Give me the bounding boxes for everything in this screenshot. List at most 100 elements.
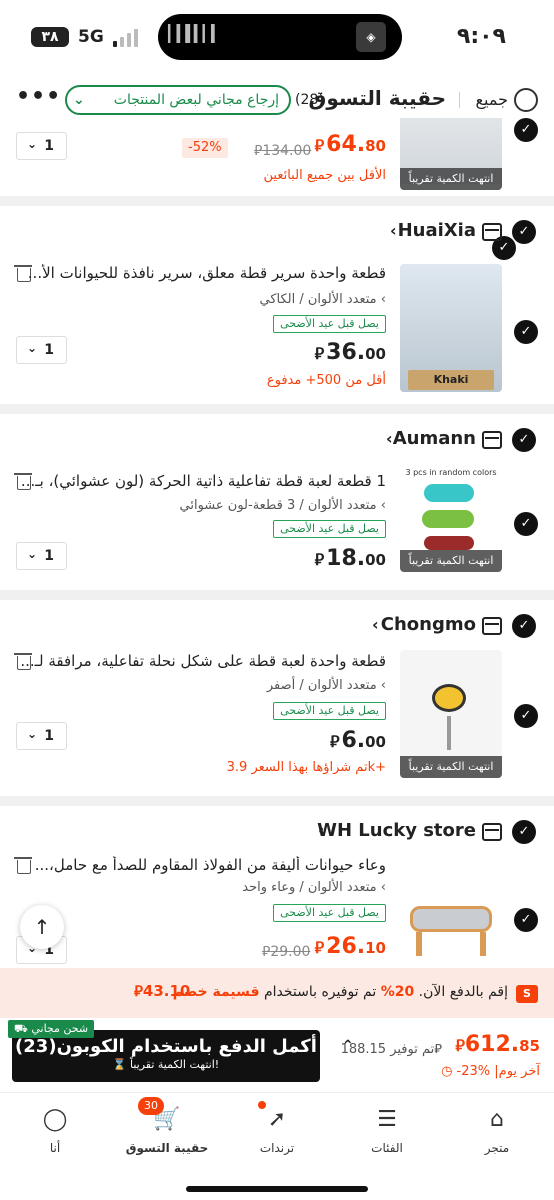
chevron-left-icon[interactable]: ‹ <box>372 615 379 634</box>
store-checkbox[interactable]: ✓ <box>512 428 536 452</box>
cart-header: جميع حقيبة التسوق (28) ⌄ إرجاع مجاني لبع… <box>0 78 554 118</box>
divider <box>0 196 554 206</box>
signal-icon <box>113 29 139 47</box>
product-image[interactable] <box>400 854 502 970</box>
chevron-up-icon[interactable]: ⌃ <box>342 1038 354 1054</box>
image-caption: 3 pcs in random colors <box>405 468 497 477</box>
quantity-selector[interactable]: 1 ⌄ <box>16 132 67 160</box>
item-checkbox[interactable]: ✓ <box>514 512 538 536</box>
store-name[interactable]: Chongmo <box>381 614 476 635</box>
saved-amount: تم توفير 188.15⃁ <box>341 1040 442 1057</box>
free-shipping-label: شحن مجاني <box>31 1022 89 1035</box>
quantity-selector[interactable]: 1 ⌄ <box>16 722 67 750</box>
free-returns-pill[interactable]: ⌄ إرجاع مجاني لبعض المنتجات <box>65 85 291 115</box>
delivery-badge: يصل قبل عيد الأضحى <box>273 315 386 333</box>
profile-icon: ◯ <box>42 1107 68 1132</box>
price-dec: 10 <box>365 939 386 957</box>
tab-profile[interactable]: ◯ أنا <box>10 1101 100 1161</box>
item-checkbox[interactable]: ✓ <box>514 908 538 932</box>
tab-store[interactable]: ⌂ متجر <box>452 1101 542 1161</box>
toy-image <box>422 510 474 528</box>
chevron-left-icon[interactable]: ‹ <box>390 221 397 240</box>
last-day-label: ◷ -23% |آخر يوم <box>441 1064 540 1079</box>
cart-list[interactable]: ✓ انتهت الكمية تقريباً 1 ⌄ ⃁64.80 ⃁134.00… <box>0 118 554 970</box>
variant-selector[interactable]: متعدد الألوان / أصفر ‹ <box>267 678 386 693</box>
currency-icon: ⃁ <box>314 344 325 363</box>
product-title[interactable]: وعاء حيوانات أليفة من الفولاذ المقاوم لل… <box>16 856 386 874</box>
scroll-top-button[interactable]: ↑ <box>20 905 64 949</box>
product-image[interactable]: 3 pcs in random colors انتهت الكمية تقري… <box>400 466 502 572</box>
product-title[interactable]: 1 قطعة لعبة قطة تفاعلية ذاتية الحركة (لو… <box>16 472 386 490</box>
product-image[interactable]: انتهت الكمية تقريباً <box>400 118 502 190</box>
cart-item: ✓ انتهت الكمية تقريباً 1 ⌄ ⃁64.80 ⃁134.00… <box>0 118 554 196</box>
quantity-selector[interactable]: 1 ⌄ <box>16 542 67 570</box>
price-dec: 80 <box>365 137 386 155</box>
delivery-badge: يصل قبل عيد الأضحى <box>273 904 386 922</box>
variant-label: متعدد الألوان / أصفر <box>266 678 377 693</box>
spring-image <box>447 716 451 750</box>
delivery-badge: يصل قبل عيد الأضحى <box>273 702 386 720</box>
variant-selector[interactable]: متعدد الألوان / وعاء واحد ‹ <box>242 880 386 895</box>
variant-label: متعدد الألوان / الكاكي <box>259 292 377 307</box>
quantity-value: 1 <box>44 548 54 564</box>
low-stock-label: انتهت الكمية تقريباً <box>400 756 502 778</box>
tab-cart[interactable]: 🛒 حقيبة التسوق <box>122 1101 212 1161</box>
variant-selector[interactable]: متعدد الألوان / الكاكي ‹ <box>260 292 387 307</box>
clock: ٩:٠٩ <box>456 24 506 49</box>
item-price: ⃁6.00 <box>330 728 386 753</box>
tab-trends[interactable]: ➚ ترندات <box>232 1101 322 1161</box>
quantity-selector[interactable]: 1 ⌄ <box>16 336 67 364</box>
item-checkbox[interactable]: ✓ <box>514 704 538 728</box>
tab-categories[interactable]: ☰ الفئات <box>342 1101 432 1161</box>
more-icon[interactable]: ••• <box>16 84 61 109</box>
variant-selector[interactable]: متعدد الألوان / 3 قطعة-لون عشوائي ‹ <box>180 498 386 513</box>
price-dec: 00 <box>365 733 386 751</box>
promo-percent: 20% <box>380 984 415 1000</box>
cart-item: ✓ WH Lucky store ‹ وعاء حيوانات أليفة من… <box>0 806 554 970</box>
toy-image <box>424 484 474 502</box>
app-logo-icon: ◈ <box>356 22 386 52</box>
low-stock-label: انتهت الكمية تقريباً <box>400 168 502 190</box>
status-bar: ٣٨ 5G ▎▍▌▍▎▍ ◈ ٩:٠٩ <box>0 0 554 78</box>
select-all-radio[interactable] <box>514 88 538 112</box>
promo-banner[interactable]: S إقم بالدفع الآن. 20% تم توفيره باستخدا… <box>0 968 554 1018</box>
page-title: حقيبة التسوق <box>308 86 446 110</box>
store-name[interactable]: HuaiXia <box>398 220 476 241</box>
item-checkbox[interactable]: ✓ <box>514 118 538 142</box>
home-icon: ⌂ <box>490 1107 504 1132</box>
checkout-sub-label: انتهت الكمية تقريباً! <box>129 1058 220 1071</box>
store-name[interactable]: Aumann <box>393 428 476 449</box>
quantity-value: 1 <box>44 342 54 358</box>
currency-icon: ⃁ <box>134 982 143 1000</box>
network-label: 5G <box>78 27 104 47</box>
price-note: تم شراؤها بهذا السعر 3.9k+ <box>226 760 386 775</box>
original-price: ⃁29.00 <box>262 942 310 960</box>
chevron-left-icon[interactable]: ‹ <box>386 429 393 448</box>
store-checkbox[interactable]: ✓ <box>512 820 536 844</box>
chevron-left-icon[interactable]: ‹ <box>318 821 325 840</box>
item-checkbox[interactable]: ✓ <box>514 320 538 344</box>
categories-icon: ☰ <box>377 1107 397 1132</box>
item-price: ⃁36.00 <box>315 340 386 365</box>
store-name[interactable]: WH Lucky store <box>317 820 476 841</box>
cart-count: (28) <box>295 92 324 108</box>
store-checkbox[interactable]: ✓ <box>512 220 536 244</box>
checkout-label: أكمل الدفع باستخدام الكوبون(23) <box>15 1036 317 1057</box>
tab-label: الفئات <box>371 1141 403 1155</box>
original-price: ⃁134.00 <box>254 141 311 159</box>
product-title[interactable]: قطعة واحدة لعبة قطة على شكل نحلة تفاعلية… <box>16 652 386 670</box>
divider <box>0 404 554 414</box>
notification-dot <box>258 1101 266 1109</box>
chevron-down-icon: ⌄ <box>27 547 38 561</box>
tab-bar: ⌂ متجر ☰ الفئات ➚ ترندات 🛒 حقيبة التسوق 30 ◯… <box>0 1092 554 1200</box>
product-image[interactable]: Khaki <box>400 264 502 392</box>
saved-label: تم توفير 188.15 <box>340 1042 435 1057</box>
product-image[interactable]: انتهت الكمية تقريباً <box>400 650 502 778</box>
product-title[interactable]: قطعة واحدة سرير قطة معلق، سرير نافذة للح… <box>16 264 386 282</box>
price-int: 36. <box>326 340 366 365</box>
select-all-label[interactable]: جميع <box>476 90 508 109</box>
promo-text-part: تم توفيره باستخدام <box>259 984 381 1000</box>
currency-icon: ⃁ <box>314 550 325 569</box>
store-checkbox[interactable]: ✓ <box>512 614 536 638</box>
low-stock-label: انتهت الكمية تقريباً <box>400 550 502 572</box>
